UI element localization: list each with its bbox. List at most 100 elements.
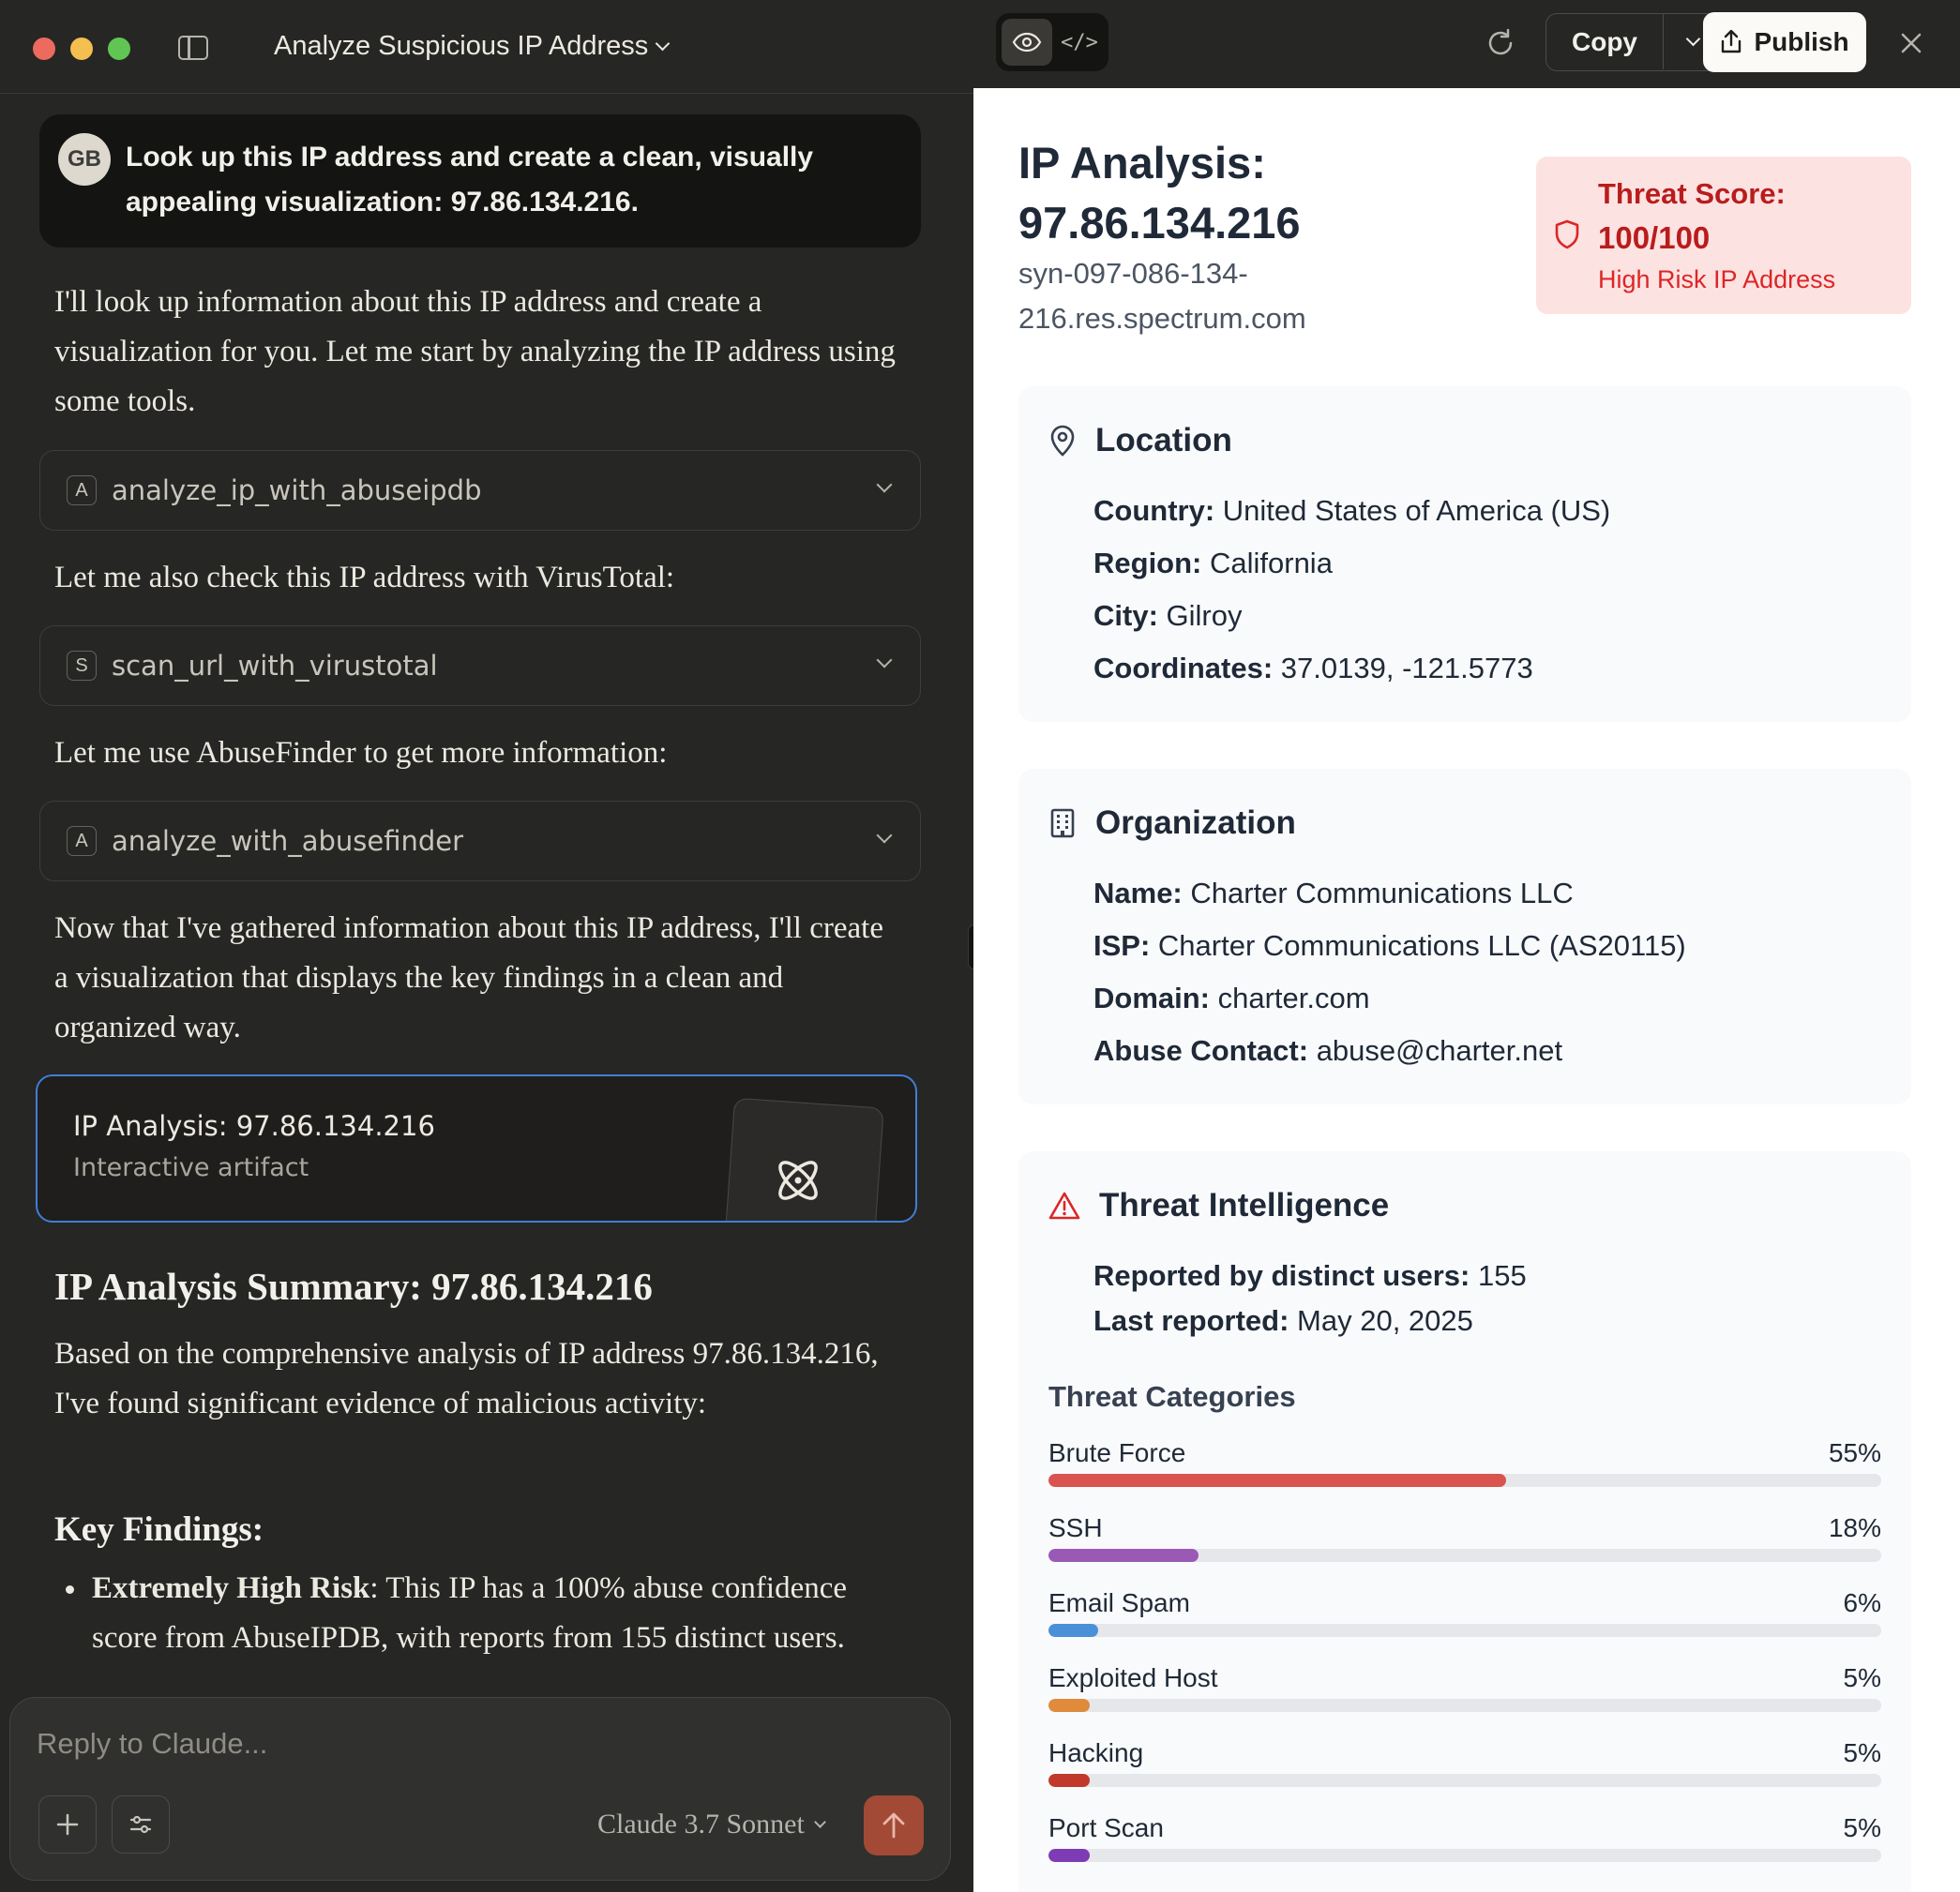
threat-intel-heading-text: Threat Intelligence (1099, 1187, 1390, 1224)
category-progress-fill (1048, 1549, 1199, 1562)
copy-button[interactable]: Copy (1546, 14, 1664, 69)
chevron-down-icon (655, 36, 671, 52)
tool-call-abuseipdb[interactable]: A analyze_ip_with_abuseipdb (39, 450, 921, 531)
org-domain: Domain: charter.com (1093, 982, 1370, 1014)
location-heading-text: Location (1095, 422, 1232, 458)
threat-score-label: Threat Score: (1598, 177, 1786, 210)
organization-heading: Organization (1048, 804, 1296, 842)
assistant-virustotal-text: Let me also check this IP address with V… (54, 561, 675, 594)
category-percent: 55% (1828, 1438, 1881, 1467)
publish-label: Publish (1754, 27, 1849, 56)
eye-icon (1012, 32, 1042, 53)
chevron-down-icon (876, 652, 893, 668)
close-artifact-button[interactable] (1891, 23, 1932, 64)
plus-icon (56, 1813, 79, 1836)
user-message: GB Look up this IP address and create a … (39, 114, 921, 248)
list-item: Extremely High Risk: This IP has a 100% … (66, 1564, 917, 1663)
category-progress-track (1048, 1699, 1881, 1712)
list-item: SSH 18% (1048, 1513, 1881, 1569)
building-icon (1050, 808, 1075, 838)
category-progress-fill (1048, 1849, 1091, 1862)
minimize-window-button[interactable] (70, 38, 93, 60)
list-item: Email Spam 6% (1048, 1588, 1881, 1644)
map-pin-icon (1050, 425, 1075, 457)
preview-tab[interactable] (1002, 19, 1052, 66)
tools-settings-button[interactable] (112, 1795, 170, 1854)
location-country: Country: United States of America (US) (1093, 494, 1611, 527)
category-progress-track (1048, 1549, 1881, 1562)
tool-badge: S (67, 651, 97, 681)
assistant-visualization-text: Now that I've gathered information about… (54, 911, 883, 1044)
summary-text: Based on the comprehensive analysis of I… (54, 1337, 879, 1420)
chat-panel: Analyze Suspicious IP Address GB Look up… (0, 0, 973, 1892)
artifact-title: IP Analysis: 97.86.134.216 (73, 1110, 435, 1142)
arrow-up-icon (882, 1812, 905, 1839)
finding-label: Extremely High Risk (92, 1571, 370, 1605)
user-message-text: Look up this IP address and create a cle… (126, 142, 814, 218)
hostname: syn-097-086-134-216.res.spectrum.com (1018, 257, 1306, 335)
threat-score-value: 100/100 (1598, 220, 1711, 255)
category-percent: 6% (1843, 1588, 1881, 1617)
threat-score-subtitle: High Risk IP Address (1598, 265, 1836, 293)
category-name: Brute Force (1048, 1438, 1186, 1467)
reply-input[interactable] (37, 1720, 881, 1767)
category-percent: 5% (1843, 1738, 1881, 1767)
artifact-toolbar: </> Copy Publish (973, 0, 1960, 88)
location-card: Location Country: United States of Ameri… (1018, 386, 1911, 722)
category-progress-fill (1048, 1474, 1507, 1487)
chevron-down-icon (1685, 31, 1700, 47)
model-selector[interactable]: Claude 3.7 Sonnet (597, 1809, 826, 1840)
threat-intel-card: Threat Intelligence Reported by distinct… (1018, 1151, 1911, 1892)
threat-score-badge: Threat Score: 100/100 High Risk IP Addre… (1536, 157, 1911, 314)
artifact-card[interactable]: IP Analysis: 97.86.134.216 Interactive a… (36, 1074, 917, 1223)
model-name: Claude 3.7 Sonnet (597, 1809, 805, 1839)
sidebar-toggle-icon[interactable] (178, 36, 208, 60)
category-progress-track (1048, 1849, 1881, 1862)
assistant-intro-text: I'll look up information about this IP a… (54, 285, 896, 418)
list-item: Brute Force 55% (1048, 1438, 1881, 1494)
close-window-button[interactable] (33, 38, 55, 60)
summary-heading: IP Analysis Summary: 97.86.134.216 (54, 1265, 653, 1308)
avatar: GB (58, 133, 111, 186)
category-percent: 5% (1843, 1813, 1881, 1842)
sliders-icon (129, 1815, 152, 1834)
publish-button[interactable]: Publish (1703, 12, 1866, 72)
category-name: SSH (1048, 1513, 1103, 1542)
send-button[interactable] (864, 1795, 924, 1855)
code-tab[interactable]: </> (1056, 19, 1103, 66)
tool-call-virustotal[interactable]: S scan_url_with_virustotal (39, 625, 921, 706)
location-region: Region: California (1093, 547, 1333, 579)
copy-button-group: Copy (1545, 13, 1722, 71)
code-icon: </> (1061, 30, 1098, 54)
page-title: IP Analysis: 97.86.134.216 (1018, 138, 1301, 248)
category-progress-track (1048, 1474, 1881, 1487)
react-atom-icon (778, 1161, 818, 1200)
artifact-subtitle: Interactive artifact (73, 1153, 309, 1182)
category-progress-fill (1048, 1624, 1099, 1637)
maximize-window-button[interactable] (108, 38, 130, 60)
refresh-icon (1488, 28, 1513, 55)
category-name: Email Spam (1048, 1588, 1190, 1617)
category-progress-fill (1048, 1699, 1091, 1712)
view-toggle: </> (996, 13, 1108, 71)
org-name: Name: Charter Communications LLC (1093, 877, 1574, 909)
artifact-panel: </> Copy Publish IP Analysis: 97.86.134.… (973, 0, 1960, 1892)
chat-title-dropdown[interactable]: Analyze Suspicious IP Address (274, 31, 671, 62)
tool-name: analyze_ip_with_abuseipdb (112, 474, 482, 506)
chevron-down-icon (876, 827, 893, 844)
refresh-button[interactable] (1480, 23, 1521, 64)
category-progress-track (1048, 1624, 1881, 1637)
category-percent: 5% (1843, 1663, 1881, 1692)
organization-card: Organization Name: Charter Communication… (1018, 769, 1911, 1104)
category-progress-track (1048, 1774, 1881, 1787)
chevron-down-icon (876, 476, 893, 493)
threat-categories-heading: Threat Categories (1048, 1380, 1296, 1413)
category-name: Hacking (1048, 1738, 1144, 1767)
key-findings-heading: Key Findings: (54, 1510, 264, 1549)
category-percent: 18% (1828, 1513, 1881, 1542)
tool-call-abusefinder[interactable]: A analyze_with_abusefinder (39, 801, 921, 881)
location-city: City: Gilroy (1093, 599, 1243, 632)
shield-icon (1555, 219, 1579, 249)
add-attachment-button[interactable] (38, 1795, 97, 1854)
category-name: Port Scan (1048, 1813, 1164, 1842)
